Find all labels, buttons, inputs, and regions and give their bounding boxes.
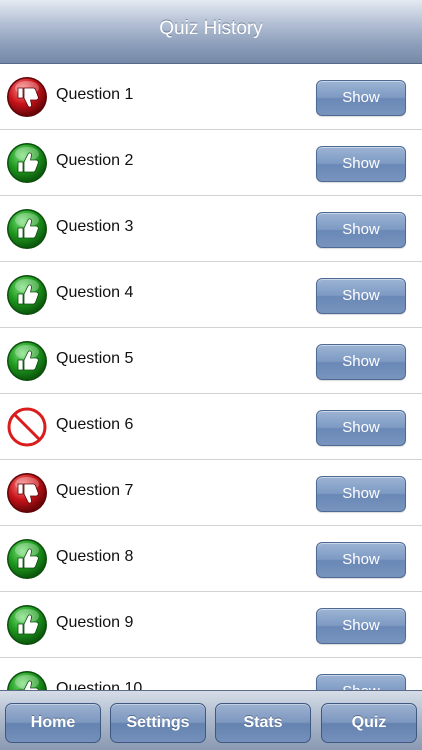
list-item: Question 5 Show xyxy=(0,328,422,394)
show-button[interactable]: Show xyxy=(316,212,406,248)
tab-bar: Home Settings Stats Quiz xyxy=(0,690,422,750)
list-item: Question 7 Show xyxy=(0,460,422,526)
thumbs-up-icon xyxy=(6,604,48,646)
list-item: Question 9 Show xyxy=(0,592,422,658)
list-item: Question 10 Show xyxy=(0,658,422,690)
question-label: Question 7 xyxy=(56,482,134,499)
navigation-bar: Quiz History xyxy=(0,0,422,64)
thumbs-up-icon xyxy=(6,670,48,690)
show-button[interactable]: Show xyxy=(316,476,406,512)
list-item: Question 1 Show xyxy=(0,64,422,130)
question-label: Question 3 xyxy=(56,218,134,235)
settings-button[interactable]: Settings xyxy=(110,703,206,743)
thumbs-up-icon xyxy=(6,208,48,250)
thumbs-up-icon xyxy=(6,538,48,580)
question-label: Question 5 xyxy=(56,350,134,367)
show-button[interactable]: Show xyxy=(316,278,406,314)
question-label: Question 4 xyxy=(56,284,134,301)
page-title: Quiz History xyxy=(159,18,263,39)
question-label: Question 1 xyxy=(56,86,134,103)
thumbs-up-icon xyxy=(6,274,48,316)
list-item: Question 6 Show xyxy=(0,394,422,460)
thumbs-down-icon xyxy=(6,472,48,514)
question-label: Question 2 xyxy=(56,152,134,169)
show-button[interactable]: Show xyxy=(316,344,406,380)
quiz-button[interactable]: Quiz xyxy=(321,703,417,743)
show-button[interactable]: Show xyxy=(316,80,406,116)
show-button[interactable]: Show xyxy=(316,410,406,446)
no-entry-icon xyxy=(6,406,48,448)
list-item: Question 4 Show xyxy=(0,262,422,328)
thumbs-up-icon xyxy=(6,340,48,382)
show-button[interactable]: Show xyxy=(316,608,406,644)
thumbs-up-icon xyxy=(6,142,48,184)
list-item: Question 8 Show xyxy=(0,526,422,592)
list-item: Question 3 Show xyxy=(0,196,422,262)
stats-button[interactable]: Stats xyxy=(215,703,311,743)
show-button[interactable]: Show xyxy=(316,674,406,690)
question-label: Question 8 xyxy=(56,548,134,565)
home-button[interactable]: Home xyxy=(5,703,101,743)
question-label: Question 9 xyxy=(56,614,134,631)
question-label: Question 10 xyxy=(56,680,143,690)
quiz-history-screen: Quiz History Question 1 Show Question 2 Sho… xyxy=(0,0,422,750)
show-button[interactable]: Show xyxy=(316,542,406,578)
question-label: Question 6 xyxy=(56,416,134,433)
question-list[interactable]: Question 1 Show Question 2 Show Question 3 Sh… xyxy=(0,64,422,690)
thumbs-down-icon xyxy=(6,76,48,118)
list-item: Question 2 Show xyxy=(0,130,422,196)
show-button[interactable]: Show xyxy=(316,146,406,182)
